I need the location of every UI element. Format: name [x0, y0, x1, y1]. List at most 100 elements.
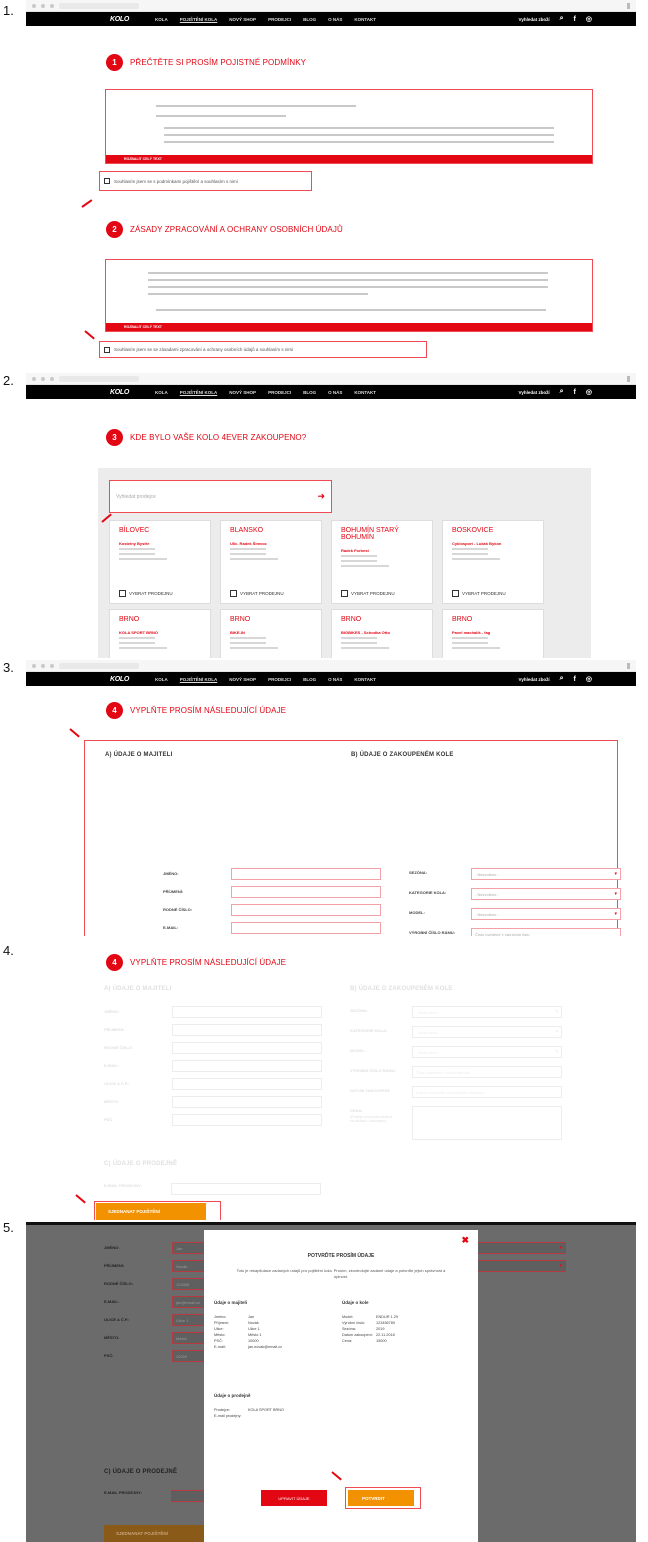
store-card[interactable]: BRNO KOLA SPORT BRNO — [109, 609, 211, 658]
select-store-checkbox[interactable] — [230, 590, 237, 597]
nav-item-kontakt[interactable]: KONTAKT — [354, 677, 376, 682]
facebook-icon[interactable]: f — [574, 389, 576, 396]
search-icon[interactable]: ⌕ — [560, 675, 564, 683]
back-icon[interactable] — [32, 663, 36, 668]
close-icon[interactable]: ✖ — [461, 1235, 469, 1246]
expand-text-button[interactable]: ROZBALIT CELÝ TEXT — [106, 155, 592, 163]
back-icon[interactable] — [32, 376, 36, 381]
facebook-icon[interactable]: f — [574, 16, 576, 23]
nav-item-o-nas[interactable]: O NÁS — [328, 390, 342, 395]
reload-icon[interactable] — [50, 3, 54, 8]
store-card[interactable]: BOSKOVICE Cyklosport - Lukáš Bykon VYBRAT … — [442, 520, 544, 604]
address-bar[interactable] — [59, 2, 139, 9]
search-icon[interactable]: ⌕ — [560, 15, 564, 23]
nav-item-shop[interactable]: NOVÝ SHOP — [229, 390, 256, 395]
chevron-down-icon[interactable]: ▾ — [614, 911, 617, 917]
bike-field-input[interactable]: - Nezvoleno - ▾ — [412, 1006, 562, 1018]
bike-field-input[interactable] — [412, 1106, 562, 1140]
select-store-checkbox[interactable] — [119, 590, 126, 597]
bike-field-input[interactable]: - Nezvoleno - ▾ — [471, 908, 621, 920]
account-icon[interactable]: ◎ — [586, 15, 592, 23]
store-card[interactable]: BOHUMÍN STARÝ BOHUMÍN Radek Forbest VYBRAT… — [331, 520, 433, 604]
site-logo[interactable]: KOLO — [110, 389, 129, 396]
menu-icon[interactable] — [627, 662, 630, 669]
back-icon[interactable] — [32, 3, 36, 8]
owner-field-input[interactable] — [172, 1042, 322, 1054]
search-label[interactable]: Vyhledat zboží — [519, 17, 550, 22]
nav-item-kola[interactable]: KOLA — [155, 677, 168, 682]
nav-item-kola[interactable]: KOLA — [155, 390, 168, 395]
account-icon[interactable]: ◎ — [586, 388, 592, 396]
menu-icon[interactable] — [627, 375, 630, 382]
nav-item-blog[interactable]: BLOG — [303, 17, 316, 22]
nav-item-shop[interactable]: NOVÝ SHOP — [229, 677, 256, 682]
submit-insurance-button[interactable]: SJEDNANAT POJIŠTĚNÍ — [104, 1525, 204, 1542]
owner-field-input[interactable] — [172, 1114, 322, 1126]
nav-item-kontakt[interactable]: KONTAKT — [354, 17, 376, 22]
edit-details-button[interactable]: UPRAVIT ÚDAJE — [261, 1490, 327, 1506]
owner-field-input[interactable] — [231, 886, 381, 898]
nav-item-kola[interactable]: KOLA — [155, 17, 168, 22]
bike-field-input[interactable]: Číslo uvedené v záručním listu — [471, 928, 621, 936]
facebook-icon[interactable]: f — [574, 676, 576, 683]
site-logo[interactable]: KOLO — [110, 16, 129, 23]
nav-item-o-nas[interactable]: O NÁS — [328, 17, 342, 22]
store-card[interactable]: BRNO BIGBIKES - Schodka Otto — [331, 609, 433, 658]
bike-field-input[interactable]: - Nezvoleno - ▾ — [471, 888, 621, 900]
search-label[interactable]: Vyhledat zboží — [519, 390, 550, 395]
chevron-down-icon[interactable]: ▾ — [555, 1029, 558, 1035]
nav-item-prodejci[interactable]: PRODEJCI — [268, 677, 291, 682]
nav-item-blog[interactable]: BLOG — [303, 390, 316, 395]
arrow-right-icon[interactable]: ➜ — [317, 491, 325, 502]
owner-field-input[interactable] — [172, 1024, 322, 1036]
store-card[interactable]: BRNO BIKE-IN — [220, 609, 322, 658]
expand-text-button[interactable]: ROZBALIT CELÝ TEXT — [106, 323, 592, 331]
nav-item-pojisteni[interactable]: POJIŠTĚNÍ KOLA — [180, 390, 218, 395]
nav-item-kontakt[interactable]: KONTAKT — [354, 390, 376, 395]
owner-field-input[interactable] — [172, 1006, 322, 1018]
select-store-checkbox[interactable] — [452, 590, 459, 597]
nav-item-prodejci[interactable]: PRODEJCI — [268, 17, 291, 22]
nav-item-prodejci[interactable]: PRODEJCI — [268, 390, 291, 395]
store-search-input[interactable]: Vyhledat prodejce ➜ — [109, 480, 332, 513]
select-store-checkbox[interactable] — [341, 590, 348, 597]
menu-icon[interactable] — [627, 2, 630, 9]
chevron-down-icon[interactable]: ▾ — [555, 1049, 558, 1055]
chevron-down-icon[interactable]: ▾ — [614, 891, 617, 897]
owner-field-input[interactable] — [172, 1060, 322, 1072]
store-card[interactable]: BRNO Pavel machalík - fag — [442, 609, 544, 658]
nav-item-o-nas[interactable]: O NÁS — [328, 677, 342, 682]
select-store-button[interactable]: VYBRAT PRODEJNU — [341, 590, 395, 597]
owner-field-input[interactable] — [231, 868, 381, 880]
nav-item-blog[interactable]: BLOG — [303, 677, 316, 682]
address-bar[interactable] — [59, 662, 139, 669]
bike-field-input[interactable]: - Nezvoleno - ▾ — [471, 868, 621, 880]
privacy-consent[interactable]: Souhlasím jsem se se zásadami zpracování… — [99, 341, 427, 358]
shop-email-input[interactable] — [171, 1183, 321, 1195]
search-icon[interactable]: ⌕ — [560, 388, 564, 396]
address-bar[interactable] — [59, 375, 139, 382]
bike-field-input[interactable]: Datum uvedené na prodejním dokladu — [412, 1086, 562, 1098]
select-store-button[interactable]: VYBRAT PRODEJNU — [119, 590, 173, 597]
store-card[interactable]: BLANSKO Ulic. Radek Šimvoc VYBRAT PRODEJNU — [220, 520, 322, 604]
chevron-down-icon[interactable]: ▾ — [555, 1009, 558, 1015]
bike-field-input[interactable]: - Nezvoleno - ▾ — [412, 1046, 562, 1058]
nav-item-shop[interactable]: NOVÝ SHOP — [229, 17, 256, 22]
search-label[interactable]: Vyhledat zboží — [519, 677, 550, 682]
owner-field-input[interactable] — [172, 1078, 322, 1090]
select-store-button[interactable]: VYBRAT PRODEJNU — [230, 590, 284, 597]
owner-field-input[interactable] — [231, 904, 381, 916]
store-card[interactable]: BÍLOVEC Kostelný Bystře VYBRAT PRODEJNU — [109, 520, 211, 604]
forward-icon[interactable] — [41, 663, 45, 668]
bike-field-input[interactable]: - Nezvoleno - ▾ — [412, 1026, 562, 1038]
forward-icon[interactable] — [41, 376, 45, 381]
nav-item-pojisteni[interactable]: POJIŠTĚNÍ KOLA — [180, 17, 218, 22]
nav-item-pojisteni[interactable]: POJIŠTĚNÍ KOLA — [180, 677, 218, 682]
terms-consent[interactable]: Souhlasím jsem se s podmínkami pojištění… — [99, 171, 312, 191]
forward-icon[interactable] — [41, 3, 45, 8]
select-store-button[interactable]: VYBRAT PRODEJNU — [452, 590, 506, 597]
owner-field-input[interactable] — [231, 922, 381, 934]
reload-icon[interactable] — [50, 376, 54, 381]
privacy-checkbox[interactable] — [104, 346, 110, 353]
owner-field-input[interactable] — [172, 1096, 322, 1108]
